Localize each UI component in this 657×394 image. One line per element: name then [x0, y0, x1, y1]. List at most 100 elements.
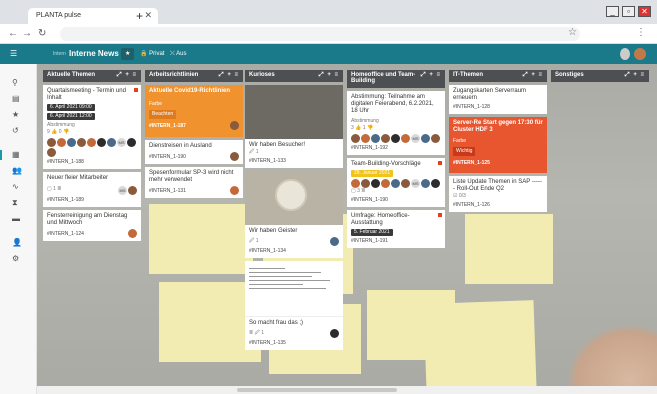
card[interactable]: Dienstreisen in Ausland #INTERN_1-190	[145, 140, 243, 164]
lane-header[interactable]: Sonstiges ⤢ + ≡	[551, 70, 649, 82]
avatar	[431, 179, 440, 188]
card[interactable]: Server-Re Start gegen 17:30 für Cluster …	[449, 117, 547, 173]
lane-it-themen: IT-Themen ⤢ + ≡ Zugangskarten Serverraum…	[449, 70, 547, 212]
avatar	[351, 134, 360, 143]
scrollbar-thumb[interactable]	[237, 388, 397, 392]
card-id: #INTERN_1-190	[351, 197, 388, 203]
card[interactable]: Liste Update Themen in SAP ------ Roll-O…	[449, 176, 547, 212]
avatar	[371, 134, 380, 143]
card-id: #INTERN_1-131	[149, 188, 186, 194]
activity-icon[interactable]: ∿	[12, 182, 19, 191]
active-indicator	[0, 150, 2, 160]
card[interactable]: Fensterreinigung am Dienstag und Mittwoc…	[43, 210, 141, 241]
card-id: #INTERN_1-135	[249, 340, 286, 346]
tab-close-icon[interactable]: ✕	[144, 10, 152, 21]
horizontal-scrollbar[interactable]	[37, 386, 657, 394]
minimize-button[interactable]: _	[606, 6, 619, 17]
avatar	[421, 179, 430, 188]
close-window-button[interactable]: ✕	[638, 6, 651, 17]
inbox-icon[interactable]: ▬	[12, 214, 20, 223]
card[interactable]: Abstimmung: Teilnahme am digitalen Feier…	[347, 91, 445, 155]
menu-icon[interactable]: ☰	[10, 49, 17, 58]
card[interactable]: Team-Building-Vorschläge 28. Januar 2021…	[347, 158, 445, 207]
card[interactable]: Umfrage: Homeoffice-Ausstattung 5. Febru…	[347, 210, 445, 248]
person-icon[interactable]: 👤	[12, 238, 22, 247]
hourglass-icon[interactable]: ⧗	[12, 198, 18, 208]
card[interactable]: Aktuelle Covid19-Richtlinien Farbe Beach…	[145, 85, 243, 137]
avatar	[401, 179, 410, 188]
aus-chip[interactable]: ⤬ Aus	[166, 48, 190, 60]
card[interactable]: Zugangskarten Serverraum erneuern #INTER…	[449, 85, 547, 114]
url-input[interactable]	[60, 27, 580, 41]
card-document-thumbnail	[245, 261, 343, 317]
app-header: ☰ Intern Interne News ★ 🔒 Privat ⤬ Aus	[0, 44, 657, 64]
avatar	[381, 179, 390, 188]
card-title: Server-Re Start gegen 17:30 für Cluster …	[453, 120, 543, 133]
lane-header[interactable]: Homeoffice und Team-Building ⤢ + ≡	[347, 70, 445, 88]
checklist-progress: ☑ 0/3	[453, 193, 466, 199]
lane-homeoffice: Homeoffice und Team-Building ⤢ + ≡ Absti…	[347, 70, 445, 248]
lane-tools[interactable]: ⤢ + ≡	[319, 72, 339, 80]
gear-icon[interactable]: ⚙	[12, 254, 19, 263]
history-icon[interactable]: ↺	[12, 126, 19, 135]
avatar: MS	[117, 138, 126, 147]
lane-header[interactable]: Aktuelle Themen ⤢ + ≡	[43, 70, 141, 82]
team-icon[interactable]: 👥	[12, 166, 22, 175]
privat-chip[interactable]: 🔒 Privat	[136, 48, 168, 60]
lane-title: IT-Themen	[453, 72, 484, 78]
avatar: MS	[118, 186, 127, 195]
card-meta: 🖉 1	[249, 238, 259, 244]
lane-header[interactable]: Arbeitsrichtlinien ⤢ + ≡	[145, 70, 243, 82]
card[interactable]: Wir haben Besucher! 🖉 1 #INTERN_1-133	[245, 85, 343, 168]
card[interactable]: Spesenformular SP-3 wird nicht mehr verw…	[145, 167, 243, 198]
card[interactable]: Quartalsmeeting - Termin und Inhalt 6. A…	[43, 85, 141, 169]
avatar	[361, 134, 370, 143]
lane-tools[interactable]: ⤢ + ≡	[523, 72, 543, 80]
card-title: Quartalsmeeting - Termin und Inhalt	[47, 88, 126, 101]
star-icon[interactable]: ★	[12, 110, 19, 119]
card-id: #INTERN_1-188	[47, 159, 84, 165]
card[interactable]: So macht frau das ;) ≣ 🖉 1 #INTERN_1-135	[245, 261, 343, 350]
search-icon[interactable]: ⚲	[12, 78, 18, 87]
avatar	[107, 138, 116, 147]
avatar	[371, 179, 380, 188]
start-date: 6. April 2021 09:00	[47, 104, 95, 111]
lane-tools[interactable]: ⤢ + ≡	[421, 72, 441, 79]
card-meta: ▢ 3 ≣	[351, 188, 366, 194]
lane-kurioses: Kurioses ⤢ + ≡ Wir haben Besucher! 🖉 1 #…	[245, 70, 343, 350]
user-avatar[interactable]	[634, 48, 646, 60]
back-icon[interactable]: ←	[8, 28, 18, 39]
settings-icon[interactable]	[620, 48, 630, 60]
new-tab-button[interactable]: +	[136, 9, 143, 23]
lane-header[interactable]: Kurioses ⤢ + ≡	[245, 70, 343, 82]
avatar	[421, 134, 430, 143]
avatar	[230, 121, 239, 130]
card-meta: 🖉 1	[249, 149, 259, 155]
lane-header[interactable]: IT-Themen ⤢ + ≡	[449, 70, 547, 82]
vote-count: 3 👍 1 👎	[351, 125, 374, 131]
card[interactable]: Wir haben Geister 🖉 1 #INTERN_1-134	[245, 171, 343, 258]
avatar	[351, 179, 360, 188]
lane-tools[interactable]: ⤢ + ≡	[219, 72, 239, 80]
document-icon[interactable]: ▤	[12, 94, 20, 103]
reload-icon[interactable]: ↻	[38, 28, 46, 39]
card-id: #INTERN_1-128	[453, 104, 490, 110]
card-meta: ▢ 1 ≣	[47, 186, 62, 192]
card-id: #INTERN_1-192	[351, 145, 388, 151]
bookmark-star-icon[interactable]: ☆	[568, 27, 577, 38]
lane-title: Sonstiges	[555, 72, 584, 78]
card-id: #INTERN_1-187	[149, 123, 186, 129]
tag-label: Farbe	[453, 138, 467, 144]
browser-menu-icon[interactable]: ⋮	[636, 27, 646, 38]
lane-tools[interactable]: ⤢ + ≡	[117, 72, 137, 80]
breadcrumb-parent[interactable]: Intern	[53, 51, 66, 57]
avatar	[401, 134, 410, 143]
favorite-star-icon[interactable]: ★	[121, 48, 135, 60]
lane-tools[interactable]: ⤢ + ≡	[625, 72, 645, 80]
board-icon[interactable]: ▦	[12, 150, 20, 159]
forward-icon[interactable]: →	[22, 28, 32, 39]
maximize-button[interactable]: ▫	[622, 6, 635, 17]
card-id: #INTERN_1-126	[453, 202, 490, 208]
card[interactable]: Neuer fleier Mitarbeiter ▢ 1 ≣ MS #INTER…	[43, 172, 141, 207]
avatar	[87, 138, 96, 147]
